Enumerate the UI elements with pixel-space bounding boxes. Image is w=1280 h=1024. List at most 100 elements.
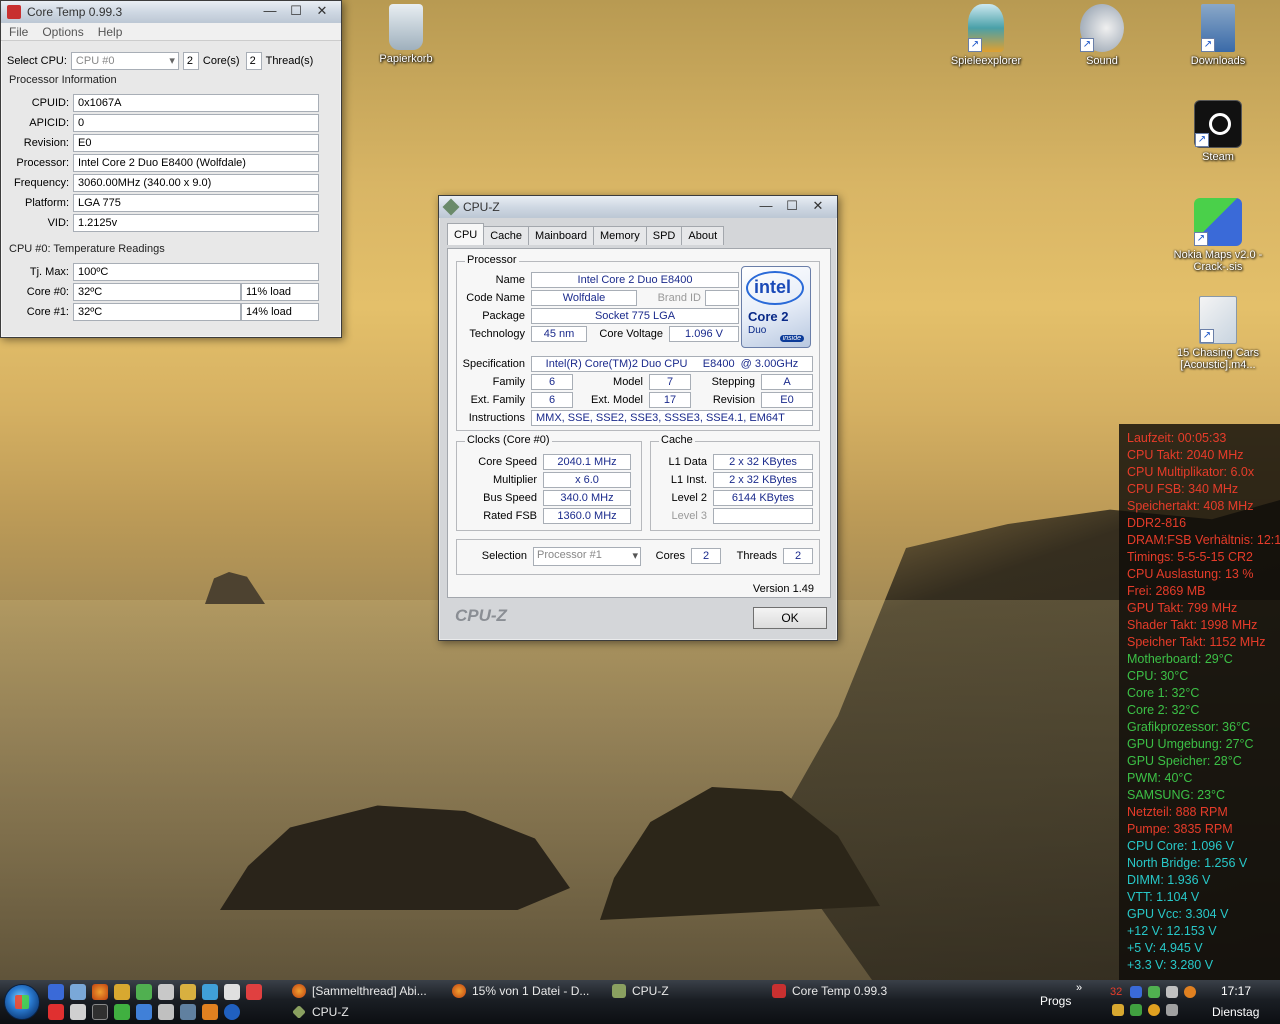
select-cpu-row: Select CPU: CPU #0 ▾ 2 Core(s) 2 Thread(… xyxy=(7,52,313,70)
switch-windows-icon[interactable] xyxy=(70,984,86,1000)
desktop-icon-games-explorer[interactable]: ↗ Spieleexplorer xyxy=(946,4,1026,67)
tab-cpu[interactable]: CPU xyxy=(447,223,485,245)
close-button[interactable]: ✕ xyxy=(805,199,831,215)
shortcut-arrow-icon: ↗ xyxy=(1080,38,1094,52)
steam-icon[interactable] xyxy=(92,1004,108,1020)
core0-temp: 32ºC xyxy=(73,283,241,301)
window-title: CPU-Z xyxy=(463,200,500,214)
sensor-reading: Netzteil: 888 RPM xyxy=(1127,805,1228,819)
app-icon[interactable] xyxy=(136,1004,152,1020)
desktop-icon-steam[interactable]: ↗ Steam xyxy=(1178,100,1258,163)
app-icon[interactable] xyxy=(224,984,240,1000)
coretemp-window[interactable]: Core Temp 0.99.3 — ☐ ✕ File Options Help… xyxy=(0,0,342,338)
taskbar-task[interactable]: CPU-Z xyxy=(292,1002,349,1022)
wrench-icon[interactable] xyxy=(180,984,196,1000)
toolbar-expand-icon[interactable]: » xyxy=(1076,982,1082,994)
processor-info-label: Revision: xyxy=(23,137,69,149)
computer-icon[interactable] xyxy=(158,984,174,1000)
instructions-label: Instructions xyxy=(468,412,525,424)
desktop-icon-chasing-cars[interactable]: ↗ 15 Chasing Cars [Acoustic].m4... xyxy=(1172,296,1264,371)
select-cpu-value: CPU #0 xyxy=(75,55,115,67)
minimize-button[interactable]: — xyxy=(257,4,283,20)
desktop-icon-sound[interactable]: ↗ Sound xyxy=(1062,4,1142,67)
selection-dropdown[interactable]: Processor #1 ▾ xyxy=(533,547,641,566)
cpuz-window[interactable]: CPU-Z — ☐ ✕ CPU Cache Mainboard Memory S… xyxy=(438,195,838,641)
taskbar-task[interactable]: 15% von 1 Datei - D... xyxy=(452,981,589,1001)
tray-icon[interactable] xyxy=(1166,1004,1178,1016)
app-icon[interactable] xyxy=(202,984,218,1000)
level3-value xyxy=(713,508,813,524)
tray-icon[interactable] xyxy=(1130,1004,1142,1016)
utorrent-icon[interactable] xyxy=(114,1004,130,1020)
sensor-reading: VTT: 1.104 V xyxy=(1127,890,1200,904)
taskbar-task[interactable]: Core Temp 0.99.3 xyxy=(772,981,887,1001)
select-cpu-dropdown[interactable]: CPU #0 ▾ xyxy=(70,52,179,70)
clock-time[interactable]: 17:17 xyxy=(1221,984,1251,998)
desktop-icon-recycle-bin[interactable]: Papierkorb xyxy=(366,4,446,65)
minimize-button[interactable]: — xyxy=(753,199,779,215)
ext-model-label: Ext. Model xyxy=(591,394,643,406)
desktop-icon-nokia-maps[interactable]: ↗ Nokia Maps v2.0 -Crack-.sis xyxy=(1172,198,1264,273)
volume-icon[interactable] xyxy=(1166,986,1178,998)
ext-family-value: 6 xyxy=(531,392,573,408)
shortcut-arrow-icon: ↗ xyxy=(968,38,982,52)
coretemp-app-icon xyxy=(7,5,21,19)
cpuz-titlebar[interactable]: CPU-Z — ☐ ✕ xyxy=(439,196,837,218)
package-label: Package xyxy=(482,310,525,322)
core1-load: 14% load xyxy=(241,303,319,321)
rated-fsb-label: Rated FSB xyxy=(483,510,537,522)
show-desktop-icon[interactable] xyxy=(48,984,64,1000)
menu-file[interactable]: File xyxy=(9,25,28,39)
maximize-button[interactable]: ☐ xyxy=(779,199,805,215)
menu-help[interactable]: Help xyxy=(98,25,123,39)
taskbar-task[interactable]: CPU-Z xyxy=(612,981,669,1001)
ok-button[interactable]: OK xyxy=(753,607,827,629)
maximize-button[interactable]: ☐ xyxy=(283,4,309,20)
app-icon[interactable] xyxy=(70,1004,86,1020)
app-icon[interactable] xyxy=(180,1004,196,1020)
close-button[interactable]: ✕ xyxy=(309,4,335,20)
tray-icon[interactable] xyxy=(1130,986,1142,998)
sensor-reading: +12 V: 12.153 V xyxy=(1127,924,1217,938)
network-tray-icon[interactable] xyxy=(1148,986,1160,998)
taskbar-task[interactable]: [Sammelthread] Abi... xyxy=(292,981,427,1001)
core-voltage-value: 1.096 V xyxy=(669,326,739,342)
specification-label: Specification xyxy=(462,358,525,370)
coretemp-titlebar[interactable]: Core Temp 0.99.3 — ☐ ✕ xyxy=(1,1,341,23)
chevron-down-icon: ▾ xyxy=(632,550,638,562)
tab-cache[interactable]: Cache xyxy=(483,226,530,245)
tab-about[interactable]: About xyxy=(681,226,725,245)
codename-label: Code Name xyxy=(466,292,525,304)
cores-label: Cores xyxy=(655,550,685,562)
package-value: Socket 775 LGA xyxy=(531,308,739,324)
sensor-reading: Grafikprozessor: 36°C xyxy=(1127,720,1251,734)
core-voltage-label: Core Voltage xyxy=(599,328,663,340)
processor-info-value: 0 xyxy=(73,114,319,132)
processor-info-value: Intel Core 2 Duo E8400 (Wolfdale) xyxy=(73,154,319,172)
processor-info-row: CPUID: 0x1067A xyxy=(1,94,319,112)
sensor-reading: GPU Vcc: 3.304 V xyxy=(1127,907,1229,921)
firefox-icon[interactable] xyxy=(92,984,108,1000)
start-button[interactable] xyxy=(4,984,40,1020)
menu-options[interactable]: Options xyxy=(42,25,83,39)
tray-icon[interactable] xyxy=(1112,1004,1124,1016)
vlc-icon[interactable] xyxy=(202,1004,218,1020)
app-icon[interactable] xyxy=(48,1004,64,1020)
sensor-reading: DRAM:FSB Verhältnis: 12:10 xyxy=(1127,533,1280,547)
tab-spd[interactable]: SPD xyxy=(645,226,683,245)
sensor-reading: +3.3 V: 3.280 V xyxy=(1127,958,1214,972)
tab-memory[interactable]: Memory xyxy=(593,226,647,245)
hp-icon[interactable] xyxy=(224,1004,240,1020)
cpuz-icon xyxy=(292,1005,306,1019)
tab-mainboard[interactable]: Mainboard xyxy=(528,226,595,245)
app-icon[interactable] xyxy=(158,1004,174,1020)
progs-toolbar-label[interactable]: Progs xyxy=(1040,994,1071,1008)
desktop-icon-downloads[interactable]: ↗ Downloads xyxy=(1178,4,1258,67)
bus-speed-label: Bus Speed xyxy=(483,492,537,504)
network-icon[interactable] xyxy=(136,984,152,1000)
tools-icon[interactable] xyxy=(114,984,130,1000)
app-icon[interactable] xyxy=(246,984,262,1000)
sensor-reading: CPU: 30°C xyxy=(1127,669,1189,683)
tray-icon[interactable] xyxy=(1184,986,1196,998)
tray-icon[interactable] xyxy=(1148,1004,1160,1016)
